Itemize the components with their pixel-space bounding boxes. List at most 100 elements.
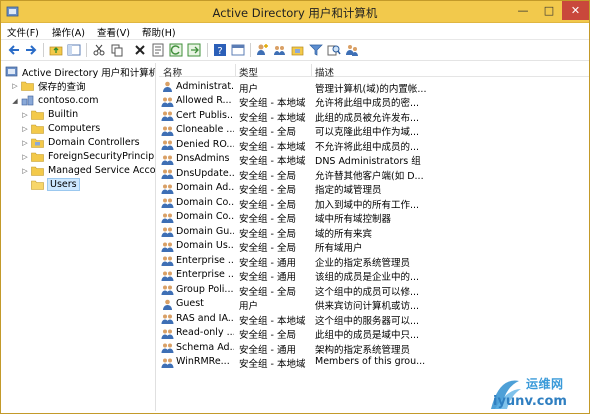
table-row[interactable]: Administrat... 用户 管理计算机(域)的内置帐...: [159, 79, 589, 95]
table-row[interactable]: Domain Us... 安全组 - 全局 所有域用户: [159, 239, 589, 254]
tree-foreign-security-label: ForeignSecurityPrincip...: [48, 151, 156, 162]
table-row[interactable]: RAS and IA... 安全组 - 本地域 这个组中的服务器可以...: [159, 311, 589, 327]
menu-help[interactable]: 帮助(H): [142, 25, 176, 39]
cell-desc: DNS Administrators 组: [315, 156, 421, 167]
table-row[interactable]: DnsAdmins 安全组 - 本地域 DNS Administrators 组: [159, 152, 589, 167]
tree-computers[interactable]: ▷ Computers: [21, 122, 100, 135]
tree-managed-service-label: Managed Service Acco: [48, 165, 156, 176]
table-row[interactable]: Domain Ad... 安全组 - 全局 指定的域管理员: [159, 181, 589, 196]
tree-users-label: Users: [47, 178, 80, 191]
table-row[interactable]: Cert Publis... 安全组 - 本地域 此组的成员被允许发布...: [159, 108, 589, 124]
cell-type: 安全组 - 全局: [239, 185, 296, 196]
cell-desc: 可以克隆此组中作为域...: [315, 127, 420, 138]
table-row[interactable]: WinRMRe... 安全组 - 本地域 Members of this grou.…: [159, 355, 589, 370]
refresh-button[interactable]: [169, 43, 183, 57]
table-row[interactable]: Schema Ad... 安全组 - 通用 架构的指定系统管理员: [159, 340, 589, 356]
table-row[interactable]: Enterprise ... 安全组 - 通用 该组的成员是企业中的...: [159, 268, 589, 283]
cell-desc: 该组的成员是企业中的...: [315, 272, 420, 283]
properties-button[interactable]: [151, 43, 165, 57]
title-bar: Active Directory 用户和计算机 — □ ✕: [1, 1, 589, 23]
menu-view[interactable]: 查看(V): [97, 25, 130, 39]
table-row[interactable]: Enterprise ... 安全组 - 通用 企业的指定系统管理员: [159, 253, 589, 269]
expand-arrow-icon[interactable]: ▷: [21, 125, 29, 133]
expand-arrow-icon[interactable]: ▷: [11, 82, 19, 90]
menu-file[interactable]: 文件(F): [7, 25, 39, 39]
cell-desc: 这个组中的成员可以修...: [315, 286, 420, 298]
cell-desc: 企业的指定系统管理员: [315, 257, 411, 269]
minimize-button[interactable]: —: [510, 1, 536, 20]
find-button[interactable]: [327, 43, 341, 57]
add-group-button[interactable]: [273, 43, 287, 57]
tree-domain[interactable]: ◢ contoso.com: [11, 94, 98, 107]
tree-users[interactable]: Users: [31, 178, 80, 191]
cell-desc: 域的所有来宾: [315, 228, 373, 240]
cell-name: Read-only ...: [176, 327, 234, 338]
table-row[interactable]: Domain Co... 安全组 - 全局 域中所有域控制器: [159, 210, 589, 225]
export-button[interactable]: [187, 43, 201, 57]
cell-desc: 此组中的成员是域中只...: [315, 330, 420, 341]
table-row[interactable]: Guest 用户 供来宾访问计算机或访...: [159, 297, 589, 312]
tree-builtin[interactable]: ▷ Builtin: [21, 108, 78, 121]
cut-button[interactable]: [92, 43, 106, 57]
console-tree-button[interactable]: [67, 43, 81, 57]
column-description[interactable]: 描述: [315, 65, 334, 79]
cell-desc: 加入到域中的所有工作...: [315, 199, 420, 211]
cell-desc: 供来宾访问计算机或访...: [315, 301, 420, 312]
cell-type: 安全组 - 全局: [239, 286, 296, 298]
group-button[interactable]: [345, 43, 359, 57]
expand-arrow-icon[interactable]: ▷: [21, 167, 29, 175]
cell-desc: 管理计算机(域)的内置帐...: [315, 83, 427, 95]
maximize-button[interactable]: □: [536, 1, 562, 20]
back-button[interactable]: [7, 43, 21, 57]
expand-arrow-icon[interactable]: ▷: [21, 139, 29, 147]
cell-desc: 此组的成员被允许发布...: [315, 112, 420, 124]
table-row[interactable]: Domain Co... 安全组 - 全局 加入到域中的所有工作...: [159, 195, 589, 211]
menu-action[interactable]: 操作(A): [52, 25, 85, 39]
filter-button[interactable]: [309, 43, 323, 57]
expand-arrow-icon[interactable]: ▷: [21, 153, 29, 161]
folder-icon: [31, 165, 44, 176]
cell-type: 用户: [239, 301, 259, 312]
table-row[interactable]: Domain Gu... 安全组 - 全局 域的所有来宾: [159, 224, 589, 240]
tree-saved-queries[interactable]: ▷ 保存的查询: [11, 79, 85, 93]
add-ou-button[interactable]: [291, 43, 305, 57]
tree-root[interactable]: Active Directory 用户和计算机: [5, 65, 155, 79]
up-folder-button[interactable]: [49, 43, 63, 57]
cut-icon: [93, 44, 105, 56]
column-type[interactable]: 类型: [239, 65, 258, 79]
table-row[interactable]: Allowed R... 安全组 - 本地域 允许将此组中成员的密...: [159, 94, 589, 109]
column-name[interactable]: 名称: [163, 65, 182, 79]
cell-name: DnsAdmins: [176, 153, 230, 164]
tree-domain-controllers[interactable]: ▷ Domain Controllers: [21, 136, 139, 149]
cell-name: Domain Ad...: [176, 182, 234, 193]
collapse-arrow-icon[interactable]: ◢: [11, 97, 19, 105]
column-divider[interactable]: [235, 64, 236, 76]
table-row[interactable]: Denied RO... 安全组 - 本地域 不允许将此组中成员的...: [159, 137, 589, 153]
add-user-button[interactable]: [255, 43, 269, 57]
copy-button[interactable]: [110, 43, 124, 57]
table-row[interactable]: Read-only ... 安全组 - 全局 此组中的成员是域中只...: [159, 326, 589, 341]
copy-icon: [111, 44, 123, 57]
help-button[interactable]: ?: [213, 43, 227, 57]
forward-button[interactable]: [24, 43, 38, 57]
tree-foreign-security[interactable]: ▷ ForeignSecurityPrincip...: [21, 150, 156, 163]
table-row[interactable]: Group Poli... 安全组 - 全局 这个组中的成员可以修...: [159, 282, 589, 298]
console-button[interactable]: [231, 43, 245, 57]
expand-arrow-icon[interactable]: ▷: [21, 111, 29, 119]
delete-button[interactable]: [133, 43, 147, 57]
cell-type: 安全组 - 本地域: [239, 98, 306, 109]
group-icon: [161, 271, 174, 281]
cell-type: 安全组 - 全局: [239, 199, 296, 211]
cell-name: WinRMRe...: [176, 356, 230, 367]
table-row[interactable]: Cloneable ... 安全组 - 全局 可以克隆此组中作为域...: [159, 123, 589, 138]
tree-managed-service[interactable]: ▷ Managed Service Acco: [21, 164, 156, 177]
main-window: Active Directory 用户和计算机 — □ ✕ 文件(F) 操作(A…: [0, 0, 590, 414]
group-icon: [346, 45, 358, 56]
cell-name: Administrat...: [176, 80, 234, 92]
cell-name: RAS and IA...: [176, 312, 234, 324]
cell-type: 安全组 - 本地域: [239, 141, 306, 153]
close-button[interactable]: ✕: [562, 1, 589, 20]
maximize-icon: □: [543, 4, 555, 17]
column-divider[interactable]: [311, 64, 312, 76]
table-row[interactable]: DnsUpdate... 安全组 - 全局 允许替其他客户端(如 D...: [159, 166, 589, 182]
